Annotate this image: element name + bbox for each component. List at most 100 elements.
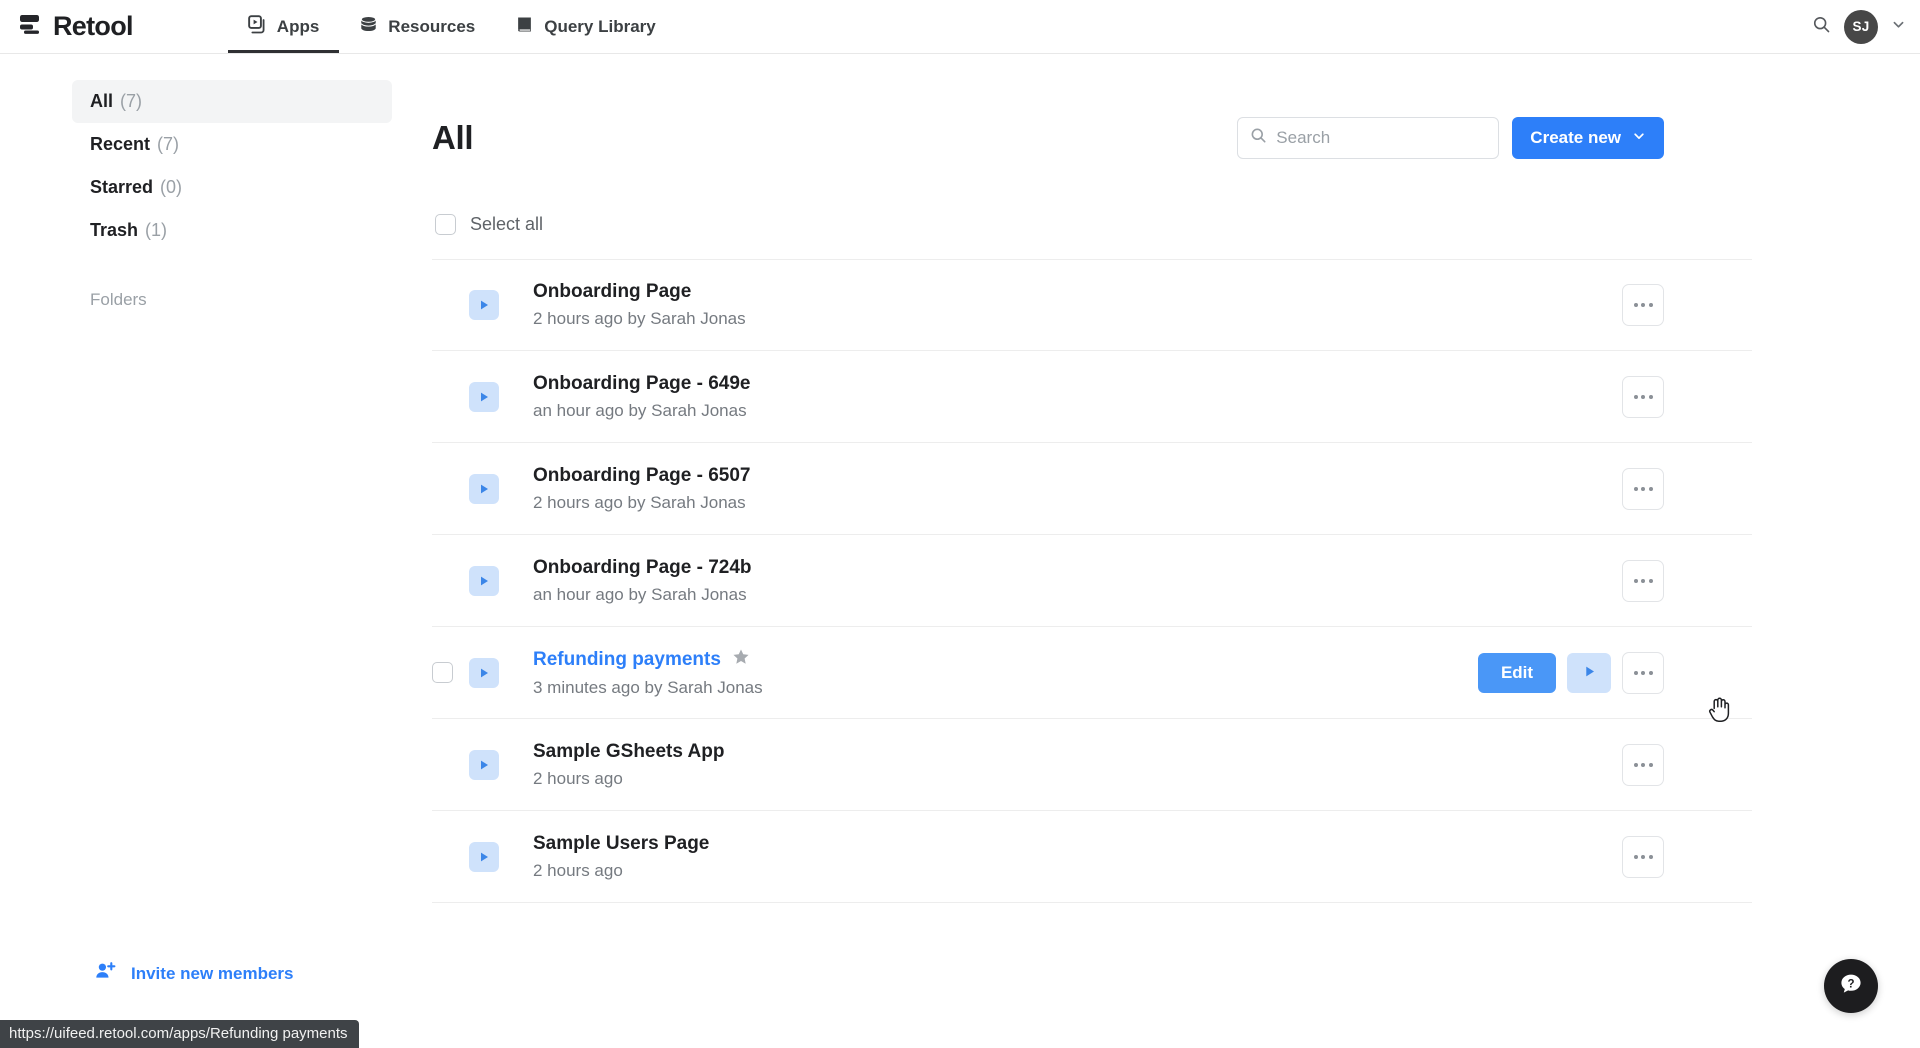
apps-icon [248, 15, 267, 39]
select-all-row: Select all [432, 214, 1752, 235]
sidebar-item-trash[interactable]: Trash (1) [72, 209, 392, 252]
app-list-item[interactable]: Onboarding Page 2 hours ago by Sarah Jon… [432, 259, 1752, 351]
app-list-item-hovered[interactable]: Refunding payments 3 minutes ago by Sara… [432, 627, 1752, 719]
select-all-label: Select all [470, 214, 543, 235]
app-name-text: Sample GSheets App [533, 741, 724, 763]
row-actions [1622, 836, 1664, 878]
app-meta: Onboarding Page - 649e an hour ago by Sa… [533, 373, 751, 421]
sidebar-item-recent[interactable]: Recent (7) [72, 123, 392, 166]
app-list-item[interactable]: Onboarding Page - 6507 2 hours ago by Sa… [432, 443, 1752, 535]
app-meta: Sample Users Page 2 hours ago [533, 833, 709, 881]
more-options-icon[interactable] [1622, 468, 1664, 510]
folders-heading: Folders [90, 290, 432, 310]
primary-tabs: Apps Resources [228, 0, 676, 53]
tab-resources-label: Resources [388, 18, 475, 35]
row-checkbox-slot [432, 570, 469, 591]
sidebar-item-all-label: All [90, 91, 113, 112]
more-options-icon[interactable] [1622, 284, 1664, 326]
app-meta: Onboarding Page - 6507 2 hours ago by Sa… [533, 465, 751, 513]
invite-new-members-label: Invite new members [131, 964, 294, 984]
main-header: All Create new [432, 114, 1752, 162]
more-options-icon[interactable] [1622, 652, 1664, 694]
invite-new-members-link[interactable]: Invite new members [95, 961, 294, 986]
app-play-icon [469, 474, 499, 504]
sidebar-item-all[interactable]: All (7) [72, 80, 392, 123]
app-modified-info: an hour ago by Sarah Jonas [533, 401, 751, 421]
tab-resources[interactable]: Resources [339, 0, 495, 53]
app-list-item[interactable]: Onboarding Page - 649e an hour ago by Sa… [432, 351, 1752, 443]
create-new-button[interactable]: Create new [1512, 117, 1664, 159]
search-input[interactable] [1276, 128, 1486, 148]
search-box[interactable] [1237, 117, 1499, 159]
play-icon [1582, 664, 1597, 682]
sidebar-item-trash-label: Trash [90, 220, 138, 241]
row-checkbox-slot [432, 846, 469, 867]
status-bar-url: https://uifeed.retool.com/apps/Refunding… [0, 1020, 359, 1048]
app-name: Onboarding Page [533, 281, 746, 303]
more-options-icon[interactable] [1622, 836, 1664, 878]
topbar-right-controls: SJ [1812, 0, 1906, 53]
row-actions: Edit [1478, 652, 1664, 694]
tab-query-library[interactable]: Query Library [495, 0, 676, 53]
app-name: Sample GSheets App [533, 741, 724, 763]
create-new-label: Create new [1530, 128, 1621, 148]
app-list-item[interactable]: Onboarding Page - 724b an hour ago by Sa… [432, 535, 1752, 627]
chevron-down-icon[interactable] [1891, 17, 1906, 37]
app-play-icon [469, 658, 499, 688]
sidebar-item-trash-count: (1) [145, 220, 167, 241]
top-navigation-bar: Retool Apps [0, 0, 1920, 54]
app-play-icon [469, 750, 499, 780]
svg-text:?: ? [1847, 978, 1854, 990]
help-button[interactable]: ? [1824, 959, 1878, 1013]
database-icon [359, 15, 378, 39]
app-meta: Onboarding Page - 724b an hour ago by Sa… [533, 557, 752, 605]
app-modified-info: 2 hours ago by Sarah Jonas [533, 493, 751, 513]
add-people-icon [95, 961, 117, 986]
more-options-icon[interactable] [1622, 376, 1664, 418]
sidebar-item-starred[interactable]: Starred (0) [72, 166, 392, 209]
app-list: Onboarding Page 2 hours ago by Sarah Jon… [432, 259, 1752, 903]
more-options-icon[interactable] [1622, 744, 1664, 786]
sidebar: All (7) Recent (7) Starred (0) Trash (1)… [0, 54, 432, 1048]
app-modified-info: an hour ago by Sarah Jonas [533, 585, 752, 605]
row-checkbox-slot [432, 386, 469, 407]
select-all-checkbox[interactable] [435, 214, 456, 235]
app-list-item[interactable]: Sample Users Page 2 hours ago [432, 811, 1752, 903]
row-actions [1622, 560, 1664, 602]
edit-button[interactable]: Edit [1478, 653, 1556, 693]
retool-brand[interactable]: Retool [18, 0, 133, 53]
avatar[interactable]: SJ [1844, 10, 1878, 44]
star-icon[interactable] [732, 648, 750, 672]
chevron-down-icon [1632, 128, 1646, 148]
app-modified-info: 2 hours ago [533, 769, 724, 789]
app-name-text: Onboarding Page - 724b [533, 557, 752, 579]
app-play-icon [469, 382, 499, 412]
app-modified-info: 3 minutes ago by Sarah Jonas [533, 678, 763, 698]
app-modified-info: 2 hours ago [533, 861, 709, 881]
row-checkbox-slot [432, 295, 469, 316]
sidebar-item-recent-count: (7) [157, 134, 179, 155]
app-name: Refunding payments [533, 648, 763, 672]
app-name-text: Onboarding Page - 6507 [533, 465, 751, 487]
row-checkbox-slot [432, 662, 469, 683]
app-name-text: Onboarding Page - 649e [533, 373, 751, 395]
search-icon[interactable] [1812, 15, 1831, 39]
run-app-button[interactable] [1567, 653, 1611, 693]
page-title: All [432, 119, 473, 157]
sidebar-item-starred-label: Starred [90, 177, 153, 198]
book-icon [515, 15, 534, 39]
tab-apps[interactable]: Apps [228, 0, 340, 53]
app-name-text: Onboarding Page [533, 281, 691, 303]
more-options-icon[interactable] [1622, 560, 1664, 602]
tab-query-library-label: Query Library [544, 18, 656, 35]
app-name: Onboarding Page - 649e [533, 373, 751, 395]
row-checkbox-slot [432, 754, 469, 775]
main-content: All Create new [432, 54, 1920, 1048]
row-checkbox[interactable] [432, 662, 453, 683]
app-name-link[interactable]: Refunding payments [533, 649, 721, 671]
row-actions [1622, 744, 1664, 786]
help-question-icon: ? [1838, 971, 1864, 1002]
app-play-icon [469, 566, 499, 596]
app-list-item[interactable]: Sample GSheets App 2 hours ago [432, 719, 1752, 811]
search-icon [1250, 127, 1267, 149]
